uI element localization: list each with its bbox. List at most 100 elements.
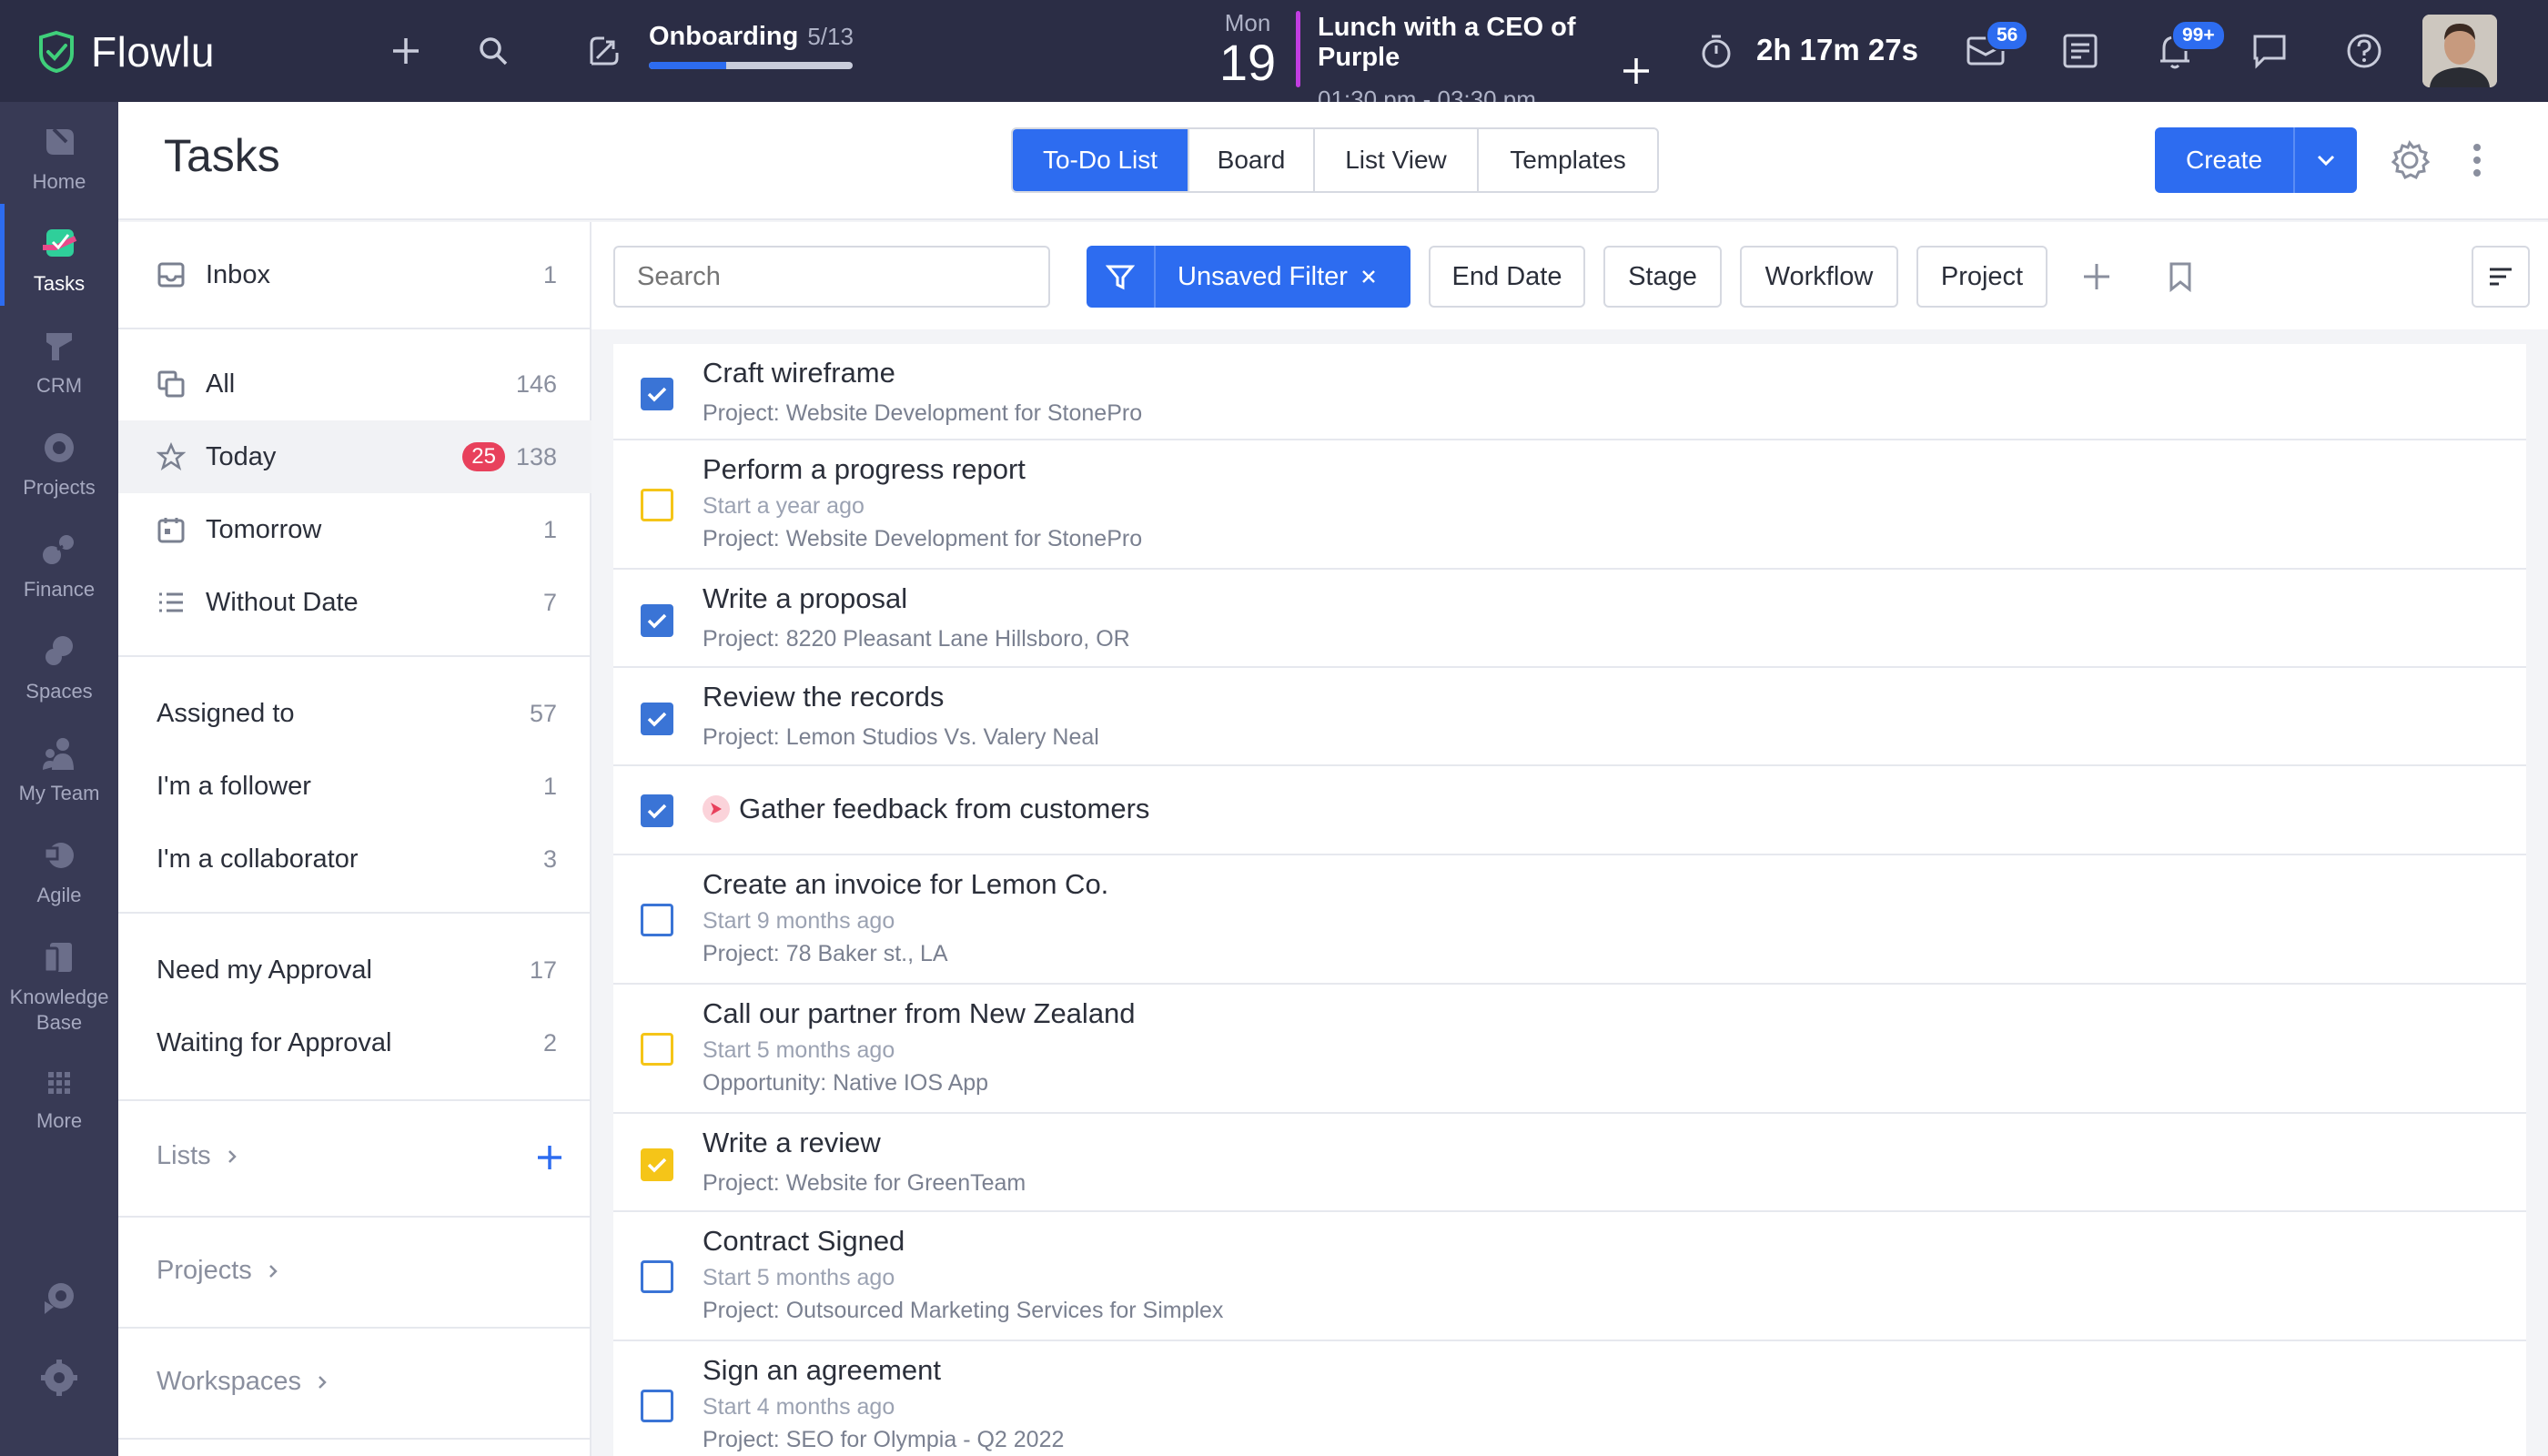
nav-item-home[interactable]: Home	[0, 122, 118, 195]
tab-templates[interactable]: Templates	[1479, 129, 1657, 191]
active-filter-chip[interactable]: Unsaved Filter	[1087, 246, 1410, 308]
tab-todo-list[interactable]: To-Do List	[1013, 129, 1189, 191]
nav-item-support[interactable]	[0, 1276, 118, 1320]
task-checkbox[interactable]	[641, 703, 673, 735]
onboarding-progress[interactable]: Onboarding 5/13	[649, 22, 867, 76]
add-list-button[interactable]	[531, 1139, 568, 1176]
task-row[interactable]: Write a review Project: Website for Green…	[613, 1114, 2526, 1212]
sidebar-section-projects[interactable]: Projects	[157, 1256, 279, 1286]
task-checkbox[interactable]	[641, 794, 673, 827]
help-button[interactable]	[2339, 25, 2390, 76]
task-row[interactable]: Contract Signed Start 5 months ago Project…	[613, 1212, 2526, 1341]
add-event-button[interactable]	[1611, 46, 1662, 96]
task-project-link[interactable]: Project: 78 Baker st., LA	[703, 941, 948, 967]
sidebar-item-without-date[interactable]: Without Date 7	[118, 566, 592, 639]
task-project-link[interactable]: Project: SEO for Olympia - Q2 2022	[703, 1427, 1064, 1453]
tab-board[interactable]: Board	[1189, 129, 1315, 191]
task-checkbox[interactable]	[641, 1033, 673, 1066]
nav-item-spaces[interactable]: Spaces	[0, 632, 118, 704]
quick-add-button[interactable]	[380, 25, 431, 76]
task-row[interactable]: Create an invoice for Lemon Co. Start 9 m…	[613, 855, 2526, 985]
tab-list-view[interactable]: List View	[1315, 129, 1479, 191]
search-input[interactable]	[613, 246, 1050, 308]
top-bar: Flowlu Onboarding 5/13 Mon 19 Lunch with …	[0, 0, 2548, 113]
task-project-link[interactable]: Project: Website Development for StonePr…	[703, 526, 1142, 552]
task-row[interactable]: Craft wireframe Project: Website Developm…	[613, 344, 2526, 440]
sidebar-item-need-approval[interactable]: Need my Approval 17	[118, 934, 592, 1006]
filter-stage-button[interactable]: Stage	[1603, 246, 1722, 308]
sidebar-item-follower[interactable]: I'm a follower 1	[118, 750, 592, 823]
sidebar-item-tomorrow[interactable]: Tomorrow 1	[118, 493, 592, 566]
sidebar-item-today[interactable]: Today 25 138	[118, 420, 592, 493]
nav-item-agile[interactable]: Agile	[0, 835, 118, 908]
task-row[interactable]: Gather feedback from customers	[613, 766, 2526, 855]
task-project-link[interactable]: Project: Outsourced Marketing Services f…	[703, 1298, 1223, 1324]
task-row[interactable]: Sign an agreement Start 4 months ago Proje…	[613, 1341, 2526, 1456]
nav-item-projects[interactable]: Projects	[0, 428, 118, 500]
task-title[interactable]: Sign an agreement	[703, 1354, 941, 1387]
task-project-link[interactable]: Project: 8220 Pleasant Lane Hillsboro, O…	[703, 626, 1130, 652]
user-avatar[interactable]	[2422, 15, 2497, 87]
task-title[interactable]: Write a review	[703, 1127, 881, 1159]
close-icon[interactable]	[1360, 268, 1377, 285]
sidebar-item-inbox[interactable]: Inbox 1	[118, 238, 592, 311]
task-title[interactable]: Perform a progress report	[703, 453, 1026, 486]
create-dropdown-button[interactable]	[2295, 127, 2357, 193]
save-filter-button[interactable]	[2159, 255, 2202, 298]
task-checkbox[interactable]	[641, 904, 673, 936]
task-checkbox[interactable]	[641, 1390, 673, 1422]
task-checkbox[interactable]	[641, 378, 673, 410]
notifications-button[interactable]: 99+	[2149, 20, 2226, 76]
nav-item-tasks[interactable]: Tasks	[0, 224, 118, 297]
filter-toggle-button[interactable]	[1087, 246, 1156, 308]
chat-button[interactable]	[2244, 25, 2295, 76]
task-checkbox[interactable]	[641, 1260, 673, 1293]
filter-workflow-button[interactable]: Workflow	[1740, 246, 1898, 308]
user-photo-icon	[2422, 15, 2497, 87]
mail-button[interactable]: 56	[1960, 20, 2029, 76]
task-row[interactable]: Perform a progress report Start a year ag…	[613, 440, 2526, 570]
nav-item-my-team[interactable]: My Team	[0, 733, 118, 806]
task-row[interactable]: Write a proposal Project: 8220 Pleasant L…	[613, 570, 2526, 668]
task-row[interactable]: Review the records Project: Lemon Studios…	[613, 668, 2526, 766]
nav-item-settings[interactable]	[0, 1356, 118, 1400]
create-button[interactable]: Create	[2155, 127, 2295, 193]
timer-button[interactable]	[1691, 25, 1742, 76]
filter-end-date-button[interactable]: End Date	[1429, 246, 1585, 308]
calendar-date[interactable]: Mon 19	[1216, 9, 1279, 88]
sidebar-item-waiting-approval[interactable]: Waiting for Approval 2	[118, 1006, 592, 1079]
task-project-link[interactable]: Project: Website Development for StonePr…	[703, 400, 1142, 427]
sidebar-section-workspaces[interactable]: Workspaces	[157, 1367, 329, 1397]
sidebar-item-assigned[interactable]: Assigned to 57	[118, 677, 592, 750]
task-project-link[interactable]: Opportunity: Native IOS App	[703, 1070, 988, 1097]
filter-project-button[interactable]: Project	[1916, 246, 2048, 308]
task-checkbox[interactable]	[641, 1148, 673, 1181]
task-checkbox[interactable]	[641, 489, 673, 521]
task-title[interactable]: Call our partner from New Zealand	[703, 997, 1136, 1030]
onboarding-icon[interactable]	[579, 25, 630, 76]
task-row[interactable]: Call our partner from New Zealand Start 5…	[613, 985, 2526, 1114]
add-filter-button[interactable]	[2075, 255, 2118, 298]
nav-item-crm[interactable]: CRM	[0, 326, 118, 399]
task-title[interactable]: Review the records	[703, 681, 944, 713]
sort-button[interactable]	[2472, 246, 2530, 308]
task-title[interactable]: Create an invoice for Lemon Co.	[703, 868, 1108, 901]
sidebar-item-collaborator[interactable]: I'm a collaborator 3	[118, 823, 592, 895]
page-settings-button[interactable]	[2384, 135, 2435, 186]
task-title[interactable]: Gather feedback from customers	[703, 793, 1149, 825]
task-title[interactable]: Write a proposal	[703, 582, 907, 615]
sidebar-section-lists[interactable]: Lists	[157, 1141, 238, 1171]
task-project-link[interactable]: Project: Website for GreenTeam	[703, 1170, 1026, 1197]
task-title[interactable]: Contract Signed	[703, 1225, 905, 1258]
notes-button[interactable]	[2055, 25, 2106, 76]
global-search-button[interactable]	[468, 25, 519, 76]
page-more-button[interactable]	[2459, 135, 2495, 186]
task-project-link[interactable]: Project: Lemon Studios Vs. Valery Neal	[703, 724, 1099, 751]
app-logo[interactable]: Flowlu	[35, 27, 215, 76]
nav-item-more[interactable]: More	[0, 1065, 118, 1134]
task-checkbox[interactable]	[641, 604, 673, 637]
nav-item-finance[interactable]: Finance	[0, 530, 118, 602]
nav-item-knowledge-base[interactable]: Knowledge Base	[0, 937, 118, 1035]
sidebar-item-all[interactable]: All 146	[118, 348, 592, 420]
task-title[interactable]: Craft wireframe	[703, 357, 895, 389]
